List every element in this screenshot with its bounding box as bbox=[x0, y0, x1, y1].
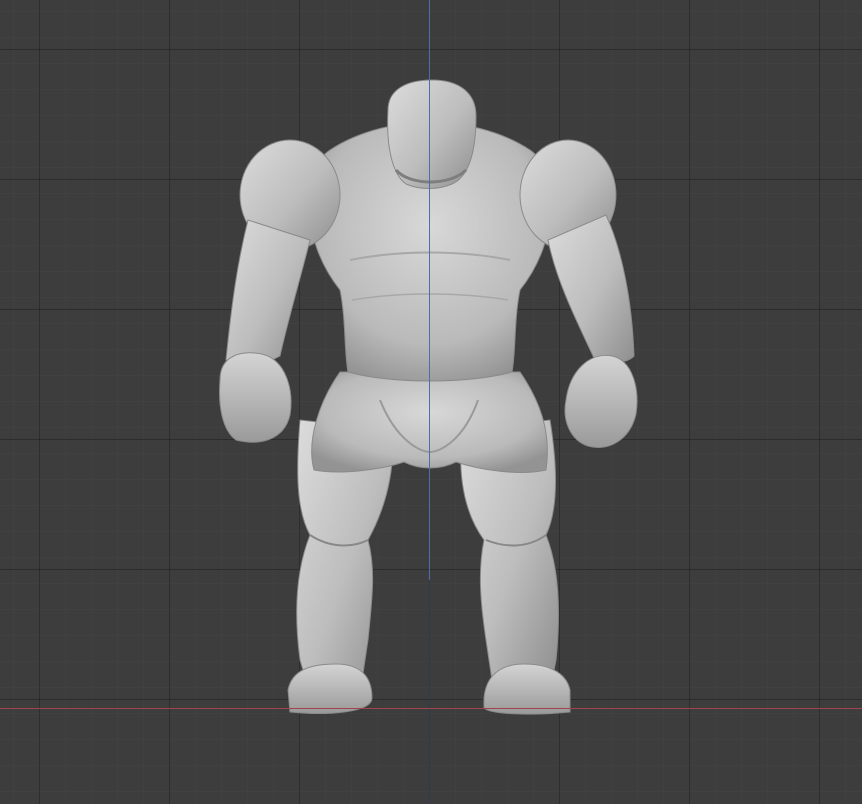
left-foot bbox=[287, 663, 373, 714]
right-foot bbox=[483, 663, 571, 715]
x-axis-line bbox=[0, 708, 862, 709]
3d-viewport[interactable] bbox=[0, 0, 862, 804]
right-fist bbox=[564, 354, 638, 448]
left-fist bbox=[219, 352, 292, 443]
humanoid-mesh-model[interactable] bbox=[0, 0, 862, 804]
right-arm bbox=[547, 214, 638, 448]
left-arm bbox=[219, 219, 311, 443]
z-axis-line bbox=[429, 0, 430, 580]
